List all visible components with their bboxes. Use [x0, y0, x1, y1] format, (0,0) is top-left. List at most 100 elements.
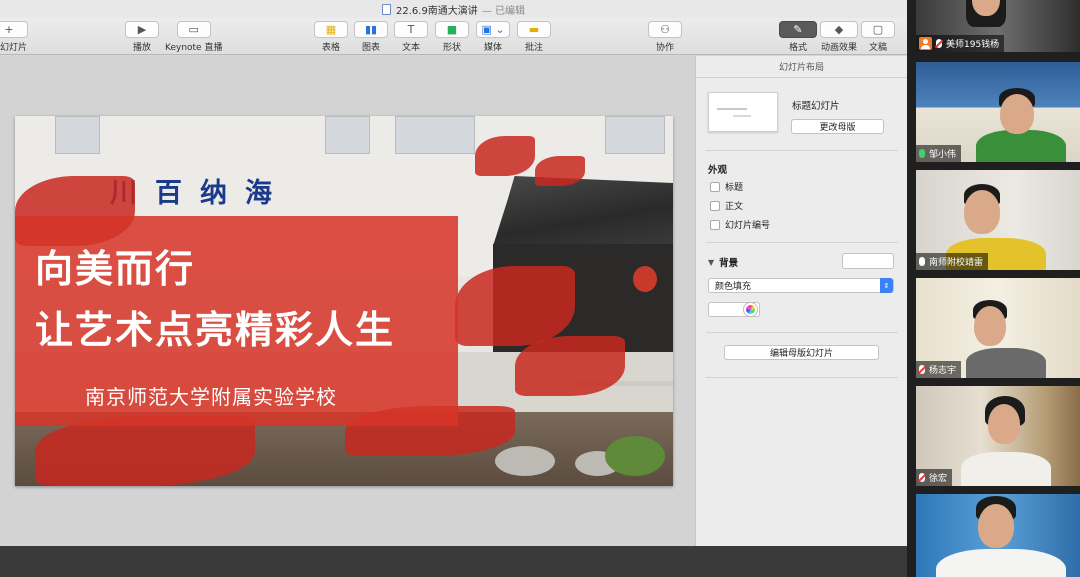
- animate-button[interactable]: ◆ 动画效果: [820, 21, 858, 53]
- name-tag: 徐宏: [916, 469, 953, 486]
- slide-title-line1[interactable]: 向美而行: [35, 238, 195, 293]
- play-icon: ▶: [125, 21, 159, 38]
- mic-muted-icon: [936, 39, 942, 48]
- screen: 22.6.9南通大演讲 — 已编辑 + 加幻灯片 ▶ 播放 ▭ Keynote …: [0, 0, 1080, 577]
- maple-leaves: [535, 156, 585, 186]
- stepper-arrows-icon: ⇕: [880, 278, 893, 293]
- participant-tile[interactable]: 邹小伟: [916, 62, 1080, 162]
- mic-icon: [919, 257, 925, 266]
- fill-type-value: 颜色填充: [715, 282, 752, 292]
- participant-shirt: [966, 348, 1046, 378]
- keynote-live-button[interactable]: ▭ Keynote 直播: [165, 21, 222, 53]
- participant-name: 美师195钱杨: [946, 40, 1000, 50]
- slide-canvas: 川百纳海 向美而行 让艺术点亮精彩人生 南京师范大学附属实验学校: [0, 56, 695, 546]
- fill-type-select[interactable]: 颜色填充 ⇕: [708, 278, 894, 293]
- play-button[interactable]: ▶ 播放: [125, 21, 159, 53]
- participant-name: 徐宏: [929, 474, 948, 484]
- comment-label: 批注: [524, 43, 543, 53]
- maple-leaves: [475, 136, 535, 176]
- table-icon: ▦: [314, 21, 348, 38]
- edit-master-button[interactable]: 编辑母版幻灯片: [724, 345, 879, 360]
- body-checkbox[interactable]: 正文: [710, 199, 743, 212]
- maple-leaves: [455, 266, 575, 346]
- participant-name: 邹小伟: [929, 150, 957, 160]
- keynote-live-label: Keynote 直播: [165, 43, 223, 53]
- slide-title-line2[interactable]: 让艺术点亮精彩人生: [35, 299, 395, 354]
- garden-shrub: [605, 436, 665, 476]
- divider: [706, 242, 898, 243]
- title-checkbox-label: 标题: [725, 183, 744, 193]
- comment-icon: ▬: [517, 21, 551, 38]
- shape-button[interactable]: ■ 形状: [435, 21, 469, 53]
- participant-tile[interactable]: 杨志宇: [916, 278, 1080, 378]
- participant-tile[interactable]: 南师附校靖雷: [916, 170, 1080, 270]
- add-slide-button[interactable]: + 加幻灯片: [0, 21, 28, 53]
- live-icon: ▭: [176, 21, 211, 38]
- media-icon: ▣ ⌄: [476, 21, 510, 38]
- participant-face: [1000, 94, 1034, 134]
- slide-number-checkbox[interactable]: 幻灯片编号: [710, 218, 770, 231]
- participant-tile[interactable]: 徐宏: [916, 386, 1080, 486]
- format-label: 格式: [788, 43, 807, 53]
- text-button[interactable]: T 文本: [394, 21, 428, 53]
- edit-status: — 已编辑: [481, 5, 525, 17]
- checkbox-box: [710, 219, 720, 230]
- text-label: 文本: [401, 43, 420, 53]
- collaborate-label: 协作: [655, 43, 674, 53]
- divider: [706, 377, 898, 378]
- mic-muted-icon: [919, 365, 925, 374]
- maple-leaves: [35, 416, 255, 486]
- window-pane: [55, 116, 100, 154]
- text-icon: T: [394, 21, 428, 38]
- comment-button[interactable]: ▬ 批注: [517, 21, 551, 53]
- slide-number-checkbox-label: 幻灯片编号: [725, 221, 771, 231]
- participant-tile[interactable]: [916, 494, 1080, 577]
- maple-leaves: [515, 336, 625, 396]
- name-tag: 杨志宇: [916, 361, 962, 378]
- chart-icon: ▮▮: [354, 21, 388, 38]
- background-preview[interactable]: [842, 253, 894, 269]
- mic-muted-icon: [919, 473, 925, 482]
- change-master-button[interactable]: 更改母版: [791, 119, 884, 134]
- layout-thumbnail[interactable]: [708, 92, 778, 132]
- name-tag: 邹小伟: [916, 145, 962, 162]
- collaborate-button[interactable]: ⚇ 协作: [648, 21, 682, 53]
- plus-icon: +: [0, 21, 28, 38]
- format-button[interactable]: ✎ 格式: [779, 21, 817, 53]
- person-icon: [919, 37, 932, 50]
- garden-rock: [495, 446, 555, 476]
- inspector-header: 幻灯片布局: [696, 56, 907, 78]
- participant-name: 南师附校靖雷: [929, 258, 984, 268]
- table-label: 表格: [321, 43, 340, 53]
- paintbrush-icon: ✎: [779, 21, 817, 38]
- participant-face: [964, 190, 1000, 234]
- title-checkbox[interactable]: 标题: [710, 180, 743, 193]
- media-button[interactable]: ▣ ⌄ 媒体: [476, 21, 510, 53]
- title-bar: 22.6.9南通大演讲 — 已编辑: [0, 0, 907, 18]
- bottom-bar: [0, 546, 907, 577]
- slide[interactable]: 川百纳海 向美而行 让艺术点亮精彩人生 南京师范大学附属实验学校: [15, 116, 673, 486]
- participant-shirt: [936, 549, 1066, 577]
- chart-button[interactable]: ▮▮ 图表: [354, 21, 388, 53]
- participant-tile[interactable]: 美师195钱杨: [916, 0, 1080, 52]
- play-label: 播放: [132, 43, 151, 53]
- slide-subtitle[interactable]: 南京师范大学附属实验学校: [85, 381, 337, 410]
- divider: [706, 332, 898, 333]
- participant-face: [974, 306, 1006, 346]
- background-label: 背景: [719, 258, 739, 269]
- window-pane: [395, 116, 475, 154]
- diamond-icon: ◆: [820, 21, 858, 38]
- disclosure-triangle-icon: ▼: [708, 257, 715, 267]
- appearance-heading: 外观: [708, 165, 728, 176]
- document-panel-icon: ▢: [861, 21, 895, 38]
- background-heading[interactable]: ▼ 背景: [708, 255, 739, 270]
- name-tag: 美师195钱杨: [916, 35, 1005, 52]
- mic-active-icon: [919, 149, 925, 158]
- color-wheel-icon[interactable]: [744, 303, 757, 316]
- media-label: 媒体: [483, 43, 502, 53]
- add-slide-label: 加幻灯片: [0, 43, 27, 53]
- toolbar: + 加幻灯片 ▶ 播放 ▭ Keynote 直播 ▦ 表格 ▮▮ 图表 T 文本: [0, 18, 907, 55]
- table-button[interactable]: ▦ 表格: [314, 21, 348, 53]
- shape-label: 形状: [442, 43, 461, 53]
- document-button[interactable]: ▢ 文稿: [861, 21, 895, 53]
